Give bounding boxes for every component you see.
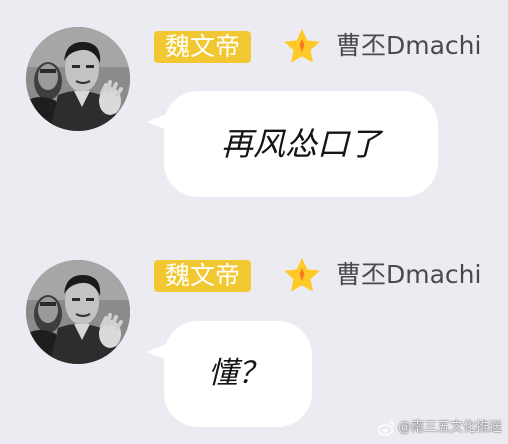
star-icon xyxy=(282,27,322,67)
avatar[interactable] xyxy=(26,260,130,364)
chat-message: 魏文帝 曹丕Dmachi 懂？ xyxy=(0,233,508,433)
title-badge: 魏文帝 xyxy=(154,31,252,63)
message-bubble[interactable]: 懂？ xyxy=(147,321,312,427)
avatar[interactable] xyxy=(26,27,130,131)
chat-screen: { "messages": [ { "badge": "魏文帝", "star_… xyxy=(0,0,508,444)
message-bubble[interactable]: 再风怂口了 xyxy=(147,91,438,197)
chat-message: 魏文帝 曹丕Dmachi 再风怂口了 xyxy=(0,0,508,200)
username[interactable]: 曹丕Dmachi xyxy=(336,26,481,66)
message-text: 懂？ xyxy=(208,356,268,391)
watermark-text: @南三五文化推送 xyxy=(398,420,503,435)
avatar-photo xyxy=(26,260,130,364)
message-text: 再风怂口了 xyxy=(220,125,381,163)
weibo-icon xyxy=(378,420,395,436)
avatar-photo xyxy=(26,27,130,131)
title-badge: 魏文帝 xyxy=(154,260,252,292)
star-icon xyxy=(282,256,322,296)
username[interactable]: 曹丕Dmachi xyxy=(336,255,481,295)
